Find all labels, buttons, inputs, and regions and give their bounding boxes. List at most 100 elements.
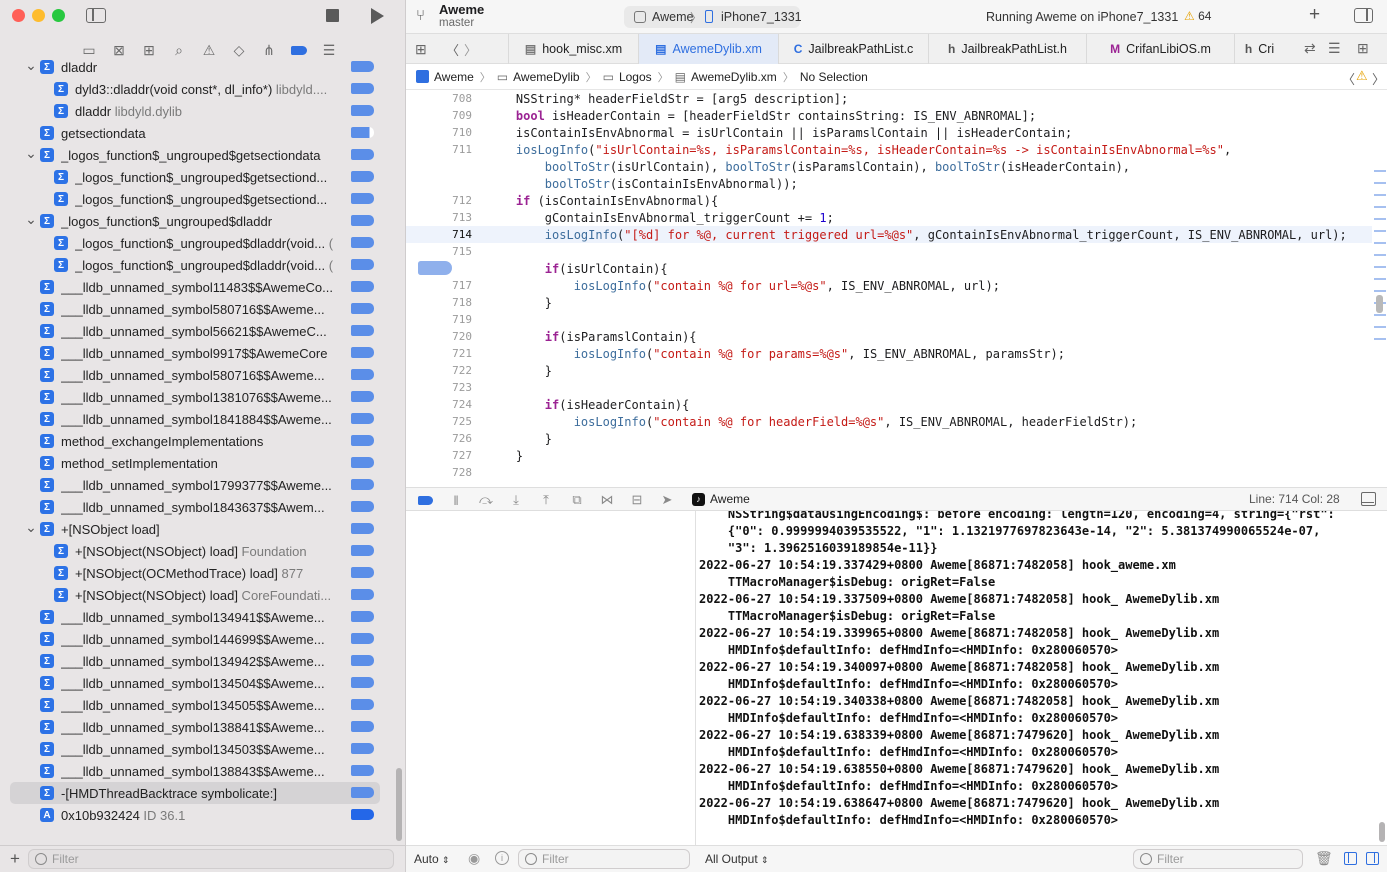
breakpoints-toggle-icon[interactable] xyxy=(416,492,434,508)
breakpoint-toggle-icon[interactable] xyxy=(351,457,374,468)
tab-jailbreakpathlist-c[interactable]: C JailbreakPathList.c xyxy=(778,34,928,64)
breakpoint-row[interactable]: Σmethod_exchangeImplementations xyxy=(0,430,400,452)
breakpoint-row[interactable]: ⌄ Σ _logos_function$_ungrouped$getsectiond… xyxy=(0,144,400,166)
breakpoint-row[interactable]: Σ _logos_function$_ungrouped$getsectiond.… xyxy=(0,188,400,210)
breakpoint-row[interactable]: Σ ___lldb_unnamed_symbol56621$$AwemeC... xyxy=(0,320,400,342)
toggle-navigator-icon[interactable] xyxy=(86,8,106,23)
toggle-debug-area-icon[interactable] xyxy=(1361,492,1376,506)
breakpoint-toggle-icon[interactable] xyxy=(351,171,374,182)
breakpoint-toggle-icon[interactable] xyxy=(351,501,374,512)
breakpoint-toggle-icon[interactable] xyxy=(351,413,374,424)
breadcrumb-item[interactable]: Aweme xyxy=(434,69,474,85)
breakpoint-row[interactable]: Σ ___lldb_unnamed_symbol1381076$$Aweme... xyxy=(0,386,400,408)
breakpoint-toggle-icon[interactable] xyxy=(351,611,374,622)
close-window-button[interactable] xyxy=(12,9,25,22)
prev-issue-icon[interactable]: 〈 xyxy=(1342,69,1355,88)
breakpoint-row[interactable]: Σ ___lldb_unnamed_symbol138843$$Aweme... xyxy=(0,760,400,782)
breakpoint-row[interactable]: Σdladdr libdyld.dylib xyxy=(0,100,400,122)
toggle-inspector-icon[interactable] xyxy=(1354,8,1373,23)
breakpoint-toggle-icon[interactable] xyxy=(351,83,374,94)
breakpoint-toggle-icon[interactable] xyxy=(351,765,374,776)
disclosure-chevron-icon[interactable]: ⌄ xyxy=(25,519,37,536)
disclosure-chevron-icon[interactable]: ⌄ xyxy=(25,211,37,228)
breakpoint-row[interactable]: Σgetsectiondata xyxy=(0,122,400,144)
breakpoint-toggle-icon[interactable] xyxy=(351,193,374,204)
tab-hook-misc-xm[interactable]: ▤ hook_misc.xm xyxy=(508,34,638,64)
simulate-location-icon[interactable]: ➤ xyxy=(658,492,676,508)
breakpoint-toggle-icon[interactable] xyxy=(351,369,374,380)
tab-cri[interactable]: h Cri xyxy=(1234,34,1284,64)
breakpoint-row[interactable]: Σ ___lldb_unnamed_symbol11483$$AwemeCo... xyxy=(0,276,400,298)
breakpoint-row[interactable]: ⌄ Σ _logos_function$_ungrouped$dladdr xyxy=(0,210,400,232)
adjust-editor-icon[interactable]: ☰ xyxy=(1328,40,1341,57)
breakpoint-toggle-icon[interactable] xyxy=(351,721,374,732)
tab-jailbreakpathlist-h[interactable]: h JailbreakPathList.h xyxy=(928,34,1086,64)
console-output[interactable]: NSString$dataUsingEncoding$: before enco… xyxy=(697,511,1387,845)
forward-chevron-icon[interactable]: 〉 xyxy=(464,40,477,59)
breakpoint-toggle-icon[interactable] xyxy=(351,215,374,226)
minimize-window-button[interactable] xyxy=(32,9,45,22)
breakpoint-row[interactable]: Σ ___lldb_unnamed_symbol144699$$Aweme... xyxy=(0,628,400,650)
breakpoint-toggle-icon[interactable] xyxy=(351,435,374,446)
breakpoint-toggle-icon[interactable] xyxy=(351,743,374,754)
add-editor-icon[interactable]: ⊞ xyxy=(1357,40,1369,57)
breakpoint-row[interactable]: Σ ___lldb_unnamed_symbol134942$$Aweme... xyxy=(0,650,400,672)
breakpoint-toggle-icon[interactable] xyxy=(351,281,374,292)
breakpoint-toggle-icon[interactable] xyxy=(351,523,374,534)
breakpoint-row[interactable]: ⌄ Σdladdr xyxy=(0,56,400,78)
info-icon[interactable]: i xyxy=(495,851,509,865)
sidebar-scrollbar[interactable] xyxy=(396,768,402,841)
step-over-icon[interactable]: ⤼ xyxy=(477,492,495,508)
environment-overrides-icon[interactable]: ⊟ xyxy=(628,492,646,508)
breakpoint-toggle-icon[interactable] xyxy=(351,545,374,556)
stop-icon[interactable] xyxy=(326,9,339,22)
sidebar-filter-input[interactable]: Filter xyxy=(28,849,394,869)
warning-icon[interactable]: ⚠ xyxy=(1356,68,1368,84)
breakpoint-toggle-icon[interactable] xyxy=(351,589,374,600)
breakpoint-row[interactable]: Σ _logos_function$_ungrouped$dladdr(void.… xyxy=(0,254,400,276)
disclosure-chevron-icon[interactable]: ⌄ xyxy=(25,57,37,74)
breakpoint-toggle-icon[interactable] xyxy=(351,105,374,116)
breakpoint-row[interactable]: Σ ___lldb_unnamed_symbol1799377$$Aweme... xyxy=(0,474,400,496)
breakpoint-toggle-icon[interactable] xyxy=(351,677,374,688)
breadcrumb-item[interactable]: 〉 ▭ Logos xyxy=(580,69,652,85)
breakpoint-row[interactable]: Σ +[NSObject(NSObject) load] Foundation xyxy=(0,540,400,562)
step-in-icon[interactable]: ⤓ xyxy=(507,492,525,508)
next-issue-icon[interactable]: 〉 xyxy=(1372,69,1385,88)
show-console-icon[interactable] xyxy=(1366,852,1379,865)
breakpoint-toggle-icon[interactable] xyxy=(351,149,374,160)
breakpoint-row[interactable]: Σ +[NSObject(OCMethodTrace) load] 877 xyxy=(0,562,400,584)
breakpoint-row[interactable]: Σ ___lldb_unnamed_symbol1841884$$Aweme... xyxy=(0,408,400,430)
breakpoint-toggle-icon[interactable] xyxy=(351,237,374,248)
breakpoint-toggle-icon[interactable] xyxy=(351,809,374,820)
auto-selector[interactable]: Auto ⇕ xyxy=(414,852,450,866)
editor-scrollbar[interactable] xyxy=(1372,90,1387,487)
eye-icon[interactable]: ◉ xyxy=(468,850,480,867)
variables-view[interactable] xyxy=(406,511,696,845)
breakpoint-row[interactable]: Σ +[NSObject(NSObject) load] CoreFoundati… xyxy=(0,584,400,606)
breakpoint-row[interactable]: Σ ___lldb_unnamed_symbol134503$$Aweme... xyxy=(0,738,400,760)
breakpoint-row[interactable]: Σ ___lldb_unnamed_symbol580716$$Aweme... xyxy=(0,298,400,320)
breakpoint-toggle-icon[interactable] xyxy=(351,127,374,138)
warning-badge[interactable]: ⚠ 64 xyxy=(1184,9,1211,23)
breakpoint-row[interactable]: Σmethod_setImplementation xyxy=(0,452,400,474)
breakpoint-row[interactable]: Σ _logos_function$_ungrouped$getsectiond.… xyxy=(0,166,400,188)
breakpoint-toggle-icon[interactable] xyxy=(351,787,374,798)
breakpoint-row[interactable]: Σ ___lldb_unnamed_symbol580716$$Aweme... xyxy=(0,364,400,386)
breakpoint-toggle-icon[interactable] xyxy=(351,303,374,314)
add-icon[interactable]: + xyxy=(10,849,20,869)
disclosure-chevron-icon[interactable]: ⌄ xyxy=(25,145,37,162)
tab-awemedylib-xm[interactable]: ▤ AwemeDylib.xm xyxy=(638,34,778,64)
breadcrumb-item[interactable]: 〉 ▤ AwemeDylib.xm xyxy=(652,69,777,85)
source-editor[interactable]: 708 NSString* headerFieldStr = [arg5 des… xyxy=(406,90,1387,487)
breadcrumb-item[interactable]: 〉 ▭ AwemeDylib xyxy=(474,69,580,85)
breakpoint-row[interactable]: Σ ___lldb_unnamed_symbol1843637$$Awem... xyxy=(0,496,400,518)
breakpoint-toggle-icon[interactable] xyxy=(351,567,374,578)
breakpoint-row[interactable]: ⌄ Σ +[NSObject load] xyxy=(0,518,400,540)
breakpoint-toggle-icon[interactable] xyxy=(351,391,374,402)
related-items-icon[interactable]: ⊞ xyxy=(415,41,427,58)
console-scrollbar[interactable] xyxy=(1379,822,1385,842)
breakpoint-row[interactable]: Σdyld3::dladdr(void const*, dl_info*) li… xyxy=(0,78,400,100)
breadcrumb-item[interactable]: 〉 No Selection xyxy=(777,69,868,85)
breakpoint-toggle-icon[interactable] xyxy=(351,61,374,72)
